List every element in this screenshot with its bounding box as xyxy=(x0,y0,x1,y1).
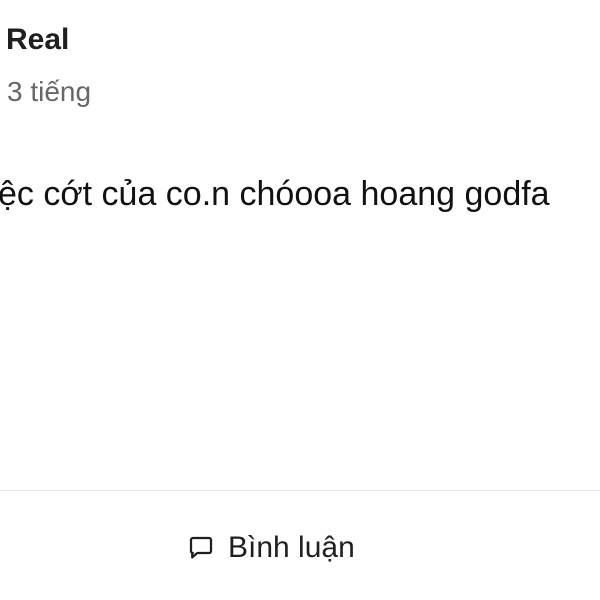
action-divider xyxy=(0,490,600,491)
comment-icon xyxy=(184,531,218,565)
author-name[interactable]: Real xyxy=(6,20,69,60)
post-card: Real 3 tiếng ệc cớt của co.n chóooa hoan… xyxy=(0,0,600,600)
comment-label: Bình luận xyxy=(228,531,355,564)
comment-button[interactable]: Bình luận xyxy=(180,524,359,572)
post-timestamp[interactable]: 3 tiếng xyxy=(7,72,91,112)
post-text: ệc cớt của co.n chóooa hoang godfa xyxy=(0,175,550,213)
